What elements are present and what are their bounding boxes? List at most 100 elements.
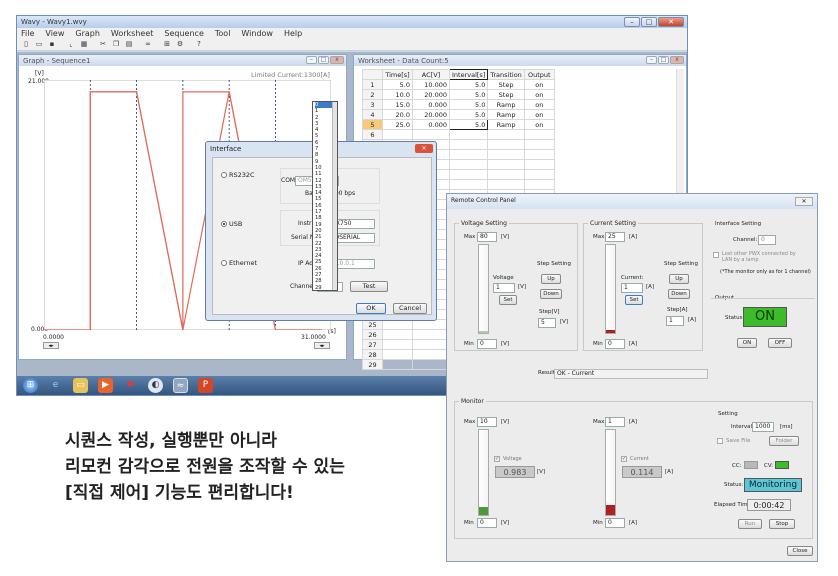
table-cell[interactable] — [412, 359, 450, 370]
table-cell[interactable]: 5.0 — [448, 89, 489, 100]
wavy-app-icon[interactable]: ≈ — [173, 378, 188, 393]
menu-graph[interactable]: Graph — [75, 29, 100, 38]
table-cell[interactable] — [448, 149, 489, 160]
table-cell[interactable] — [487, 149, 525, 160]
interval-input[interactable]: 1000 — [752, 422, 774, 432]
table-cell[interactable]: Step — [487, 79, 525, 90]
current-input[interactable]: 1 — [621, 283, 643, 293]
table-cell[interactable] — [523, 159, 555, 170]
a-max-field[interactable]: 25 — [605, 232, 625, 242]
row-header[interactable]: 4 — [362, 109, 383, 120]
table-cell[interactable] — [487, 169, 525, 180]
table-cell[interactable] — [412, 339, 450, 350]
table-cell[interactable]: Ramp — [487, 109, 525, 120]
table-cell[interactable] — [448, 169, 489, 180]
close-button[interactable]: ✕ — [658, 17, 684, 27]
table-cell[interactable] — [448, 179, 489, 190]
table-cell[interactable]: 5.0 — [448, 119, 489, 130]
table-cell[interactable]: on — [523, 119, 555, 130]
table-cell[interactable]: on — [523, 79, 555, 90]
table-cell[interactable]: 5.0 — [448, 99, 489, 110]
row-header[interactable]: 5 — [362, 119, 383, 130]
voltage-monitor-checkbox[interactable]: ✓ — [494, 456, 500, 462]
minimize-button[interactable]: – — [624, 17, 640, 27]
column-header[interactable]: Interval[s] — [448, 69, 489, 80]
current-set-button[interactable]: Set — [625, 295, 643, 305]
table-cell[interactable]: 10.0 — [382, 89, 413, 100]
table-cell[interactable] — [487, 179, 525, 190]
table-row[interactable]: 3 15.0 0.000 5.0 Ramp on — [362, 99, 555, 110]
presentation-icon[interactable]: P — [198, 378, 213, 393]
table-cell[interactable] — [523, 179, 555, 190]
table-cell[interactable] — [382, 329, 413, 340]
table-cell[interactable] — [382, 359, 413, 370]
table-cell[interactable] — [448, 129, 489, 140]
folder-icon[interactable]: ▭ — [73, 378, 88, 393]
row-header[interactable]: 2 — [362, 89, 383, 100]
link-icon[interactable]: ∞ — [143, 40, 153, 49]
sequence-icon[interactable]: ⊞ — [162, 40, 172, 49]
table-cell[interactable]: Ramp — [487, 99, 525, 110]
table-cell[interactable]: Ramp — [487, 119, 525, 130]
remote-channel-select[interactable]: 0 — [758, 235, 776, 245]
row-header[interactable]: 28 — [362, 349, 383, 360]
stop-button[interactable]: Stop — [769, 519, 795, 529]
pin-icon[interactable]: ✱ — [123, 378, 138, 393]
table-cell[interactable]: Step — [487, 89, 525, 100]
row-header[interactable]: 25 — [362, 319, 383, 330]
current-down-button[interactable]: Down — [668, 289, 690, 299]
row-header[interactable]: 29 — [362, 359, 383, 370]
v-max-field[interactable]: 80 — [477, 232, 497, 242]
table-cell[interactable] — [523, 149, 555, 160]
graph-close-button[interactable]: x — [330, 56, 344, 64]
gauge-icon[interactable]: ◐ — [148, 378, 163, 393]
menu-window[interactable]: Window — [241, 29, 273, 38]
table-row[interactable]: 5 25.0 0.000 5.0 Ramp on — [362, 119, 555, 130]
copy-icon[interactable]: ❐ — [111, 40, 121, 49]
remote-close-icon[interactable]: ✕ — [795, 197, 813, 206]
column-header[interactable]: Output — [523, 69, 555, 80]
cut-icon[interactable]: ✂ — [98, 40, 108, 49]
start-button-icon[interactable]: ⊞ — [23, 378, 38, 393]
graph-icon[interactable]: ⌞ — [66, 40, 76, 49]
table-cell[interactable] — [487, 129, 525, 140]
step-a-input[interactable]: 1 — [666, 316, 684, 326]
table-cell[interactable]: on — [523, 109, 555, 120]
open-icon[interactable]: ▭ — [34, 40, 44, 49]
table-cell[interactable] — [382, 349, 413, 360]
table-row[interactable]: 1 5.0 10.000 5.0 Step on — [362, 79, 555, 90]
table-cell[interactable]: 20.0 — [382, 109, 413, 120]
mon-v-min-field[interactable]: 0 — [477, 518, 497, 528]
voltage-up-button[interactable]: Up — [541, 274, 561, 284]
voltage-input[interactable]: 1 — [493, 283, 515, 293]
table-cell[interactable] — [412, 129, 450, 140]
channel-dropdown-list[interactable]: 0 1 2 3 4 5 6 7 8 9 10 11 12 13 14 15 16 17 18 19 20 21 22 23 24… — [312, 101, 338, 291]
table-cell[interactable] — [412, 349, 450, 360]
ethernet-radio[interactable] — [221, 260, 227, 266]
v-min-field[interactable]: 0 — [477, 339, 497, 349]
column-header[interactable]: Transition — [487, 69, 525, 80]
table-cell[interactable] — [382, 129, 413, 140]
menu-help[interactable]: Help — [284, 29, 302, 38]
worksheet-maximize-button[interactable]: □ — [658, 56, 669, 64]
table-row[interactable]: 6 — [362, 129, 555, 140]
column-header[interactable]: Time[s] — [382, 69, 413, 80]
mon-v-max-field[interactable]: 10 — [477, 417, 497, 427]
rs232c-radio[interactable] — [221, 172, 227, 178]
folder-button[interactable]: Folder — [769, 436, 799, 446]
ok-button[interactable]: OK — [356, 303, 386, 314]
output-off-button[interactable]: OFF — [768, 338, 792, 348]
voltage-down-button[interactable]: Down — [540, 289, 562, 299]
table-cell[interactable]: on — [523, 99, 555, 110]
table-cell[interactable] — [448, 159, 489, 170]
table-cell[interactable] — [382, 319, 413, 330]
current-monitor-checkbox[interactable]: ✓ — [621, 456, 627, 462]
menu-view[interactable]: View — [45, 29, 64, 38]
media-player-icon[interactable]: ▶ — [98, 378, 113, 393]
row-header[interactable]: 6 — [362, 129, 383, 140]
mon-a-max-field[interactable]: 1 — [605, 417, 625, 427]
table-cell[interactable]: 5.0 — [448, 79, 489, 90]
table-cell[interactable]: 10.000 — [412, 79, 450, 90]
table-cell[interactable]: on — [523, 89, 555, 100]
mon-a-min-field[interactable]: 0 — [605, 518, 625, 528]
